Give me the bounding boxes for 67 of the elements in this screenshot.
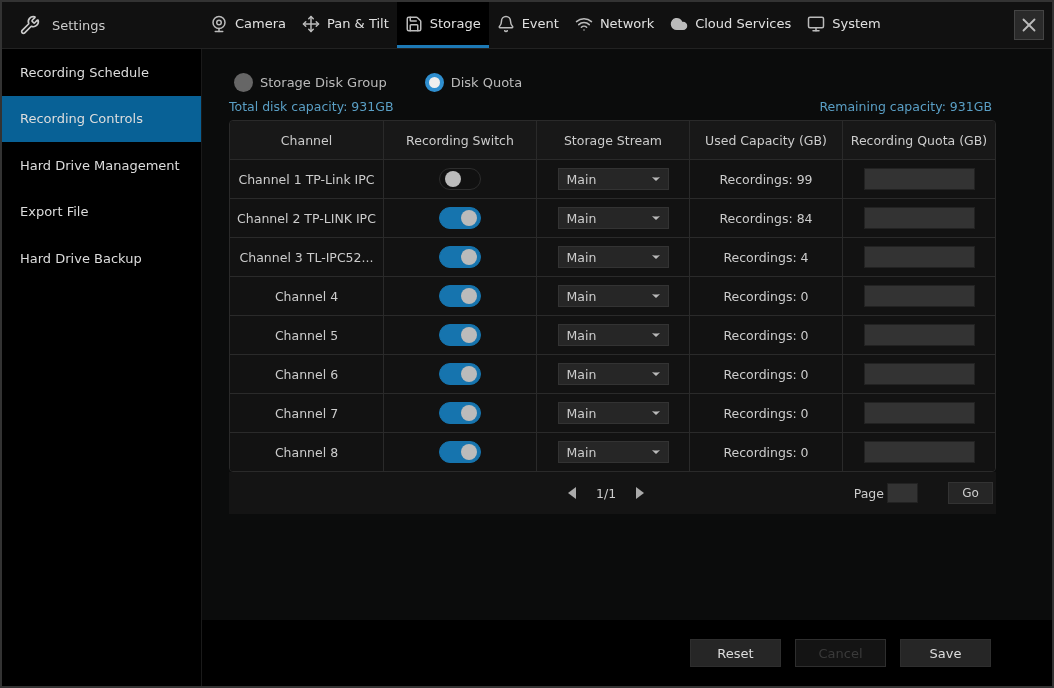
settings-icon: [20, 15, 40, 35]
toggle-switch[interactable]: [439, 324, 481, 346]
sidebar-item[interactable]: Recording Schedule: [2, 49, 201, 96]
sidebar-item[interactable]: Hard Drive Backup: [2, 235, 201, 282]
channel-cell-text: Channel 5: [273, 326, 340, 345]
radio-button[interactable]: [424, 72, 444, 92]
toggle-switch[interactable]: [439, 168, 481, 190]
action-button[interactable]: Save: [900, 639, 991, 667]
remaining-capacity-text: Remaining capacity: 931GB: [819, 99, 992, 114]
stream-dropdown[interactable]: Main: [557, 402, 669, 424]
page-label: Page: [853, 485, 884, 501]
bell-icon: [496, 14, 515, 33]
action-button[interactable]: Reset: [690, 639, 781, 667]
sidebar-item[interactable]: Recording Controls: [2, 95, 201, 142]
nav-tab[interactable]: Event: [488, 2, 567, 48]
radio-label: Disk Quota: [450, 74, 523, 90]
channel-cell-text: Channel 6: [273, 365, 340, 384]
quota-input-field[interactable]: [863, 168, 975, 190]
nav-tab[interactable]: Storage: [396, 2, 489, 48]
move-arrows-icon: [302, 14, 321, 33]
channel-cell-text: Channel 2 TP-LINK IPC: [236, 209, 377, 228]
quota-input-field[interactable]: [863, 324, 975, 346]
nav-tab[interactable]: Cloud Services: [662, 2, 800, 48]
stream-dropdown[interactable]: Main: [557, 363, 669, 385]
quota-input-field[interactable]: [863, 402, 975, 424]
monitor-icon: [807, 14, 826, 33]
stream-dropdown[interactable]: Main: [557, 246, 669, 268]
close-button[interactable]: [1014, 10, 1044, 40]
toggle-switch[interactable]: [439, 285, 481, 307]
quota-input-field[interactable]: [863, 441, 975, 463]
stream-dropdown[interactable]: Main: [557, 441, 669, 463]
column-header: Channel: [279, 131, 334, 150]
webcam-icon: [210, 14, 228, 33]
settings-title: Settings: [52, 17, 106, 33]
total-capacity-text: Total disk capacity: 931GB: [229, 99, 394, 114]
toggle-switch[interactable]: [439, 207, 481, 229]
nav-tab[interactable]: Network: [566, 2, 663, 48]
radio-button[interactable]: [234, 72, 253, 92]
toggle-switch[interactable]: [439, 246, 481, 268]
quota-input-field[interactable]: [863, 207, 975, 229]
radio-label: Storage Disk Group: [260, 74, 387, 90]
stream-dropdown[interactable]: Main: [557, 168, 669, 190]
toggle-switch[interactable]: [439, 441, 481, 463]
sidebar-item[interactable]: Hard Drive Management: [2, 142, 201, 189]
channel-cell-text: Channel 1 TP-Link IPC: [237, 170, 376, 189]
channel-cell-text: Channel 4: [273, 287, 340, 306]
left-triangle-icon: [566, 486, 578, 500]
toggle-switch[interactable]: [439, 402, 481, 424]
quota-input-field[interactable]: [863, 246, 975, 268]
go-button[interactable]: Go: [948, 482, 993, 504]
quota-input-field[interactable]: [863, 285, 975, 307]
nav-tab[interactable]: Camera: [202, 2, 295, 48]
channel-cell-text: Channel 7: [273, 404, 340, 423]
sidebar-item[interactable]: Export File: [2, 188, 201, 235]
used-capacity-cell: Recordings: 0: [689, 433, 842, 471]
stream-dropdown[interactable]: Main: [557, 324, 669, 346]
nav-tab[interactable]: System: [799, 2, 889, 48]
previous-page-button[interactable]: [566, 486, 578, 500]
toggle-switch[interactable]: [439, 363, 481, 385]
channel-cell-text: Channel 3 TL-IPC52...: [238, 248, 375, 267]
nav-tab[interactable]: Pan & Tilt: [294, 2, 397, 48]
stream-dropdown[interactable]: Main: [557, 285, 669, 307]
page-input-field[interactable]: [887, 483, 918, 503]
channel-cell-text: Channel 8: [273, 443, 340, 462]
page-indicator: 1/1: [596, 485, 617, 501]
quota-input-field[interactable]: [863, 363, 975, 385]
stream-dropdown[interactable]: Main: [557, 207, 669, 229]
